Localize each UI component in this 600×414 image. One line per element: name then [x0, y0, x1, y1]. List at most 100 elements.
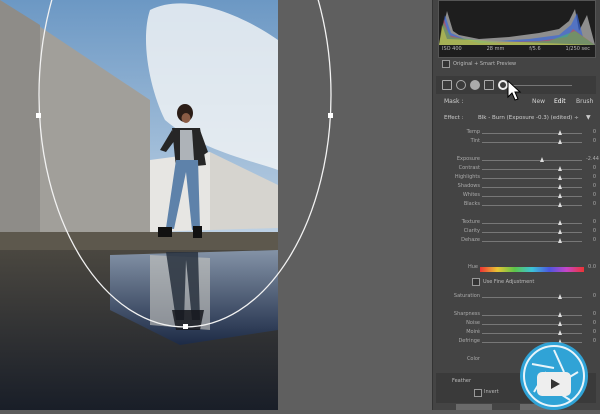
hue-row: Hue 0.0 [436, 264, 596, 274]
effect-row: Effect : Blk - Burn (Exposure -0.3) (edi… [436, 114, 596, 125]
slider-thumb[interactable] [558, 175, 562, 180]
collapse-triangle-icon[interactable]: ▼ [586, 114, 591, 121]
slider-thumb[interactable] [558, 130, 562, 135]
slider-label: Dehaze [461, 237, 480, 243]
play-icon [551, 379, 560, 389]
photo-image [0, 0, 278, 410]
slider-row: Noise 0 [436, 320, 596, 328]
slider-value[interactable]: 0 [586, 329, 596, 335]
slider-value[interactable]: 0 [586, 219, 596, 225]
slider-value[interactable]: -2.44 [586, 156, 599, 162]
fine-adjustment-label: Use Fine Adjustment [483, 279, 535, 285]
slider-track[interactable] [482, 196, 582, 197]
slider-row: Sharpness 0 [436, 311, 596, 319]
slider-track[interactable] [482, 133, 582, 134]
color-label: Color [466, 356, 480, 362]
slider-label: Defringe [458, 338, 480, 344]
iso-value: ISO 400 [442, 46, 462, 52]
mask-edit-button[interactable]: Edit [554, 98, 566, 105]
slider-label: Temp [466, 129, 480, 135]
slider-thumb[interactable] [558, 229, 562, 234]
slider-label: Tint [470, 138, 480, 144]
slider-label: Shadows [457, 183, 480, 189]
slider-value[interactable]: 0 [586, 320, 596, 326]
slider-value[interactable]: 0 [586, 192, 596, 198]
invert-label: Invert [484, 389, 499, 395]
slider-label: Blacks [463, 201, 480, 207]
slider-label: Moiré [466, 329, 480, 335]
red-eye-tool-icon[interactable] [470, 80, 480, 90]
effect-preset-dropdown[interactable]: Blk - Burn (Exposure -0.3) (edited) ÷ [478, 115, 579, 121]
spot-removal-tool-icon[interactable] [456, 80, 466, 90]
invert-checkbox[interactable] [474, 389, 482, 397]
slider-track[interactable] [482, 324, 582, 325]
slider-value[interactable]: 0 [586, 201, 596, 207]
slider-track[interactable] [482, 297, 582, 298]
slider-track[interactable] [482, 178, 582, 179]
slider-row: Shadows 0 [436, 183, 596, 191]
slider-value[interactable]: 0 [586, 129, 596, 135]
slider-row: Whites 0 [436, 192, 596, 200]
slider-thumb[interactable] [558, 312, 562, 317]
effect-label: Effect : [444, 115, 464, 121]
preview-status: Original + Smart Preview [442, 60, 516, 68]
slider-label: Highlights [454, 174, 480, 180]
slider-track[interactable] [482, 241, 582, 242]
slider-thumb[interactable] [558, 184, 562, 189]
reset-button[interactable] [456, 404, 492, 410]
mask-brush-button[interactable]: Brush [576, 98, 593, 105]
slider-value[interactable]: 0 [586, 165, 596, 171]
slider-value[interactable]: 0 [586, 183, 596, 189]
slider-track[interactable] [482, 333, 582, 334]
slider-track[interactable] [482, 223, 582, 224]
fine-adjustment-row: Use Fine Adjustment [436, 278, 534, 286]
slider-thumb[interactable] [558, 220, 562, 225]
slider-thumb[interactable] [558, 321, 562, 326]
slider-row: Saturation 0 [436, 293, 596, 301]
slider-label: Noise [466, 320, 480, 326]
slider-thumb[interactable] [558, 202, 562, 207]
photo-canvas[interactable] [0, 0, 278, 410]
slider-track[interactable] [482, 142, 582, 143]
slider-label: Sharpness [453, 311, 480, 317]
mask-new-button[interactable]: New [532, 98, 545, 105]
slider-value[interactable]: 0 [586, 174, 596, 180]
slider-thumb[interactable] [558, 193, 562, 198]
slider-row: Moiré 0 [436, 329, 596, 337]
slider-track[interactable] [482, 160, 582, 161]
slider-thumb[interactable] [558, 166, 562, 171]
mask-label: Mask : [444, 98, 464, 105]
slider-value[interactable]: 0 [586, 311, 596, 317]
preview-checkbox[interactable] [442, 60, 450, 68]
slider-row: Dehaze 0 [436, 237, 596, 245]
slider-track[interactable] [482, 187, 582, 188]
shutter-speed: 1/250 sec [565, 46, 590, 52]
hue-slider[interactable] [480, 267, 584, 272]
slider-thumb[interactable] [558, 330, 562, 335]
slider-value[interactable]: 0 [586, 138, 596, 144]
slider-thumb[interactable] [558, 139, 562, 144]
slider-track[interactable] [482, 232, 582, 233]
slider-row: Contrast 0 [436, 165, 596, 173]
slider-track[interactable] [482, 205, 582, 206]
slider-thumb[interactable] [558, 238, 562, 243]
slider-label: Whites [462, 192, 480, 198]
slider-value[interactable]: 0 [586, 237, 596, 243]
slider-track[interactable] [482, 315, 582, 316]
slider-value[interactable]: 0 [586, 228, 596, 234]
aperture: f/5.6 [529, 46, 541, 52]
slider-row: Highlights 0 [436, 174, 596, 182]
slider-label: Saturation [453, 293, 480, 299]
mask-mode-row: Mask : New Edit Brush [436, 98, 596, 108]
crop-tool-icon[interactable] [442, 80, 452, 90]
slider-value[interactable]: 0 [586, 293, 596, 299]
hue-label: Hue [467, 264, 478, 270]
slider-thumb[interactable] [540, 157, 544, 162]
slider-row: Clarity 0 [436, 228, 596, 236]
fine-adjustment-checkbox[interactable] [472, 278, 480, 286]
slider-thumb[interactable] [558, 294, 562, 299]
graduated-filter-tool-icon[interactable] [484, 80, 494, 90]
slider-row: Blacks 0 [436, 201, 596, 209]
preview-label: Original + Smart Preview [453, 61, 517, 67]
slider-track[interactable] [482, 169, 582, 170]
